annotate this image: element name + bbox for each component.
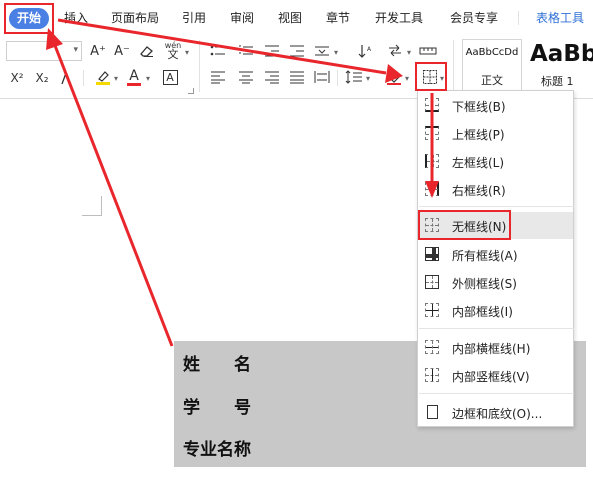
annotation-arrows [46, 18, 439, 347]
arrowhead-icon [425, 181, 439, 198]
app-window: 开始 插入 页面布局 引用 审阅 视图 章节 开发工具 会员专享 表格工具 ▾ … [0, 0, 593, 477]
arrowhead-icon [46, 28, 63, 50]
arrowhead-icon [385, 64, 403, 83]
